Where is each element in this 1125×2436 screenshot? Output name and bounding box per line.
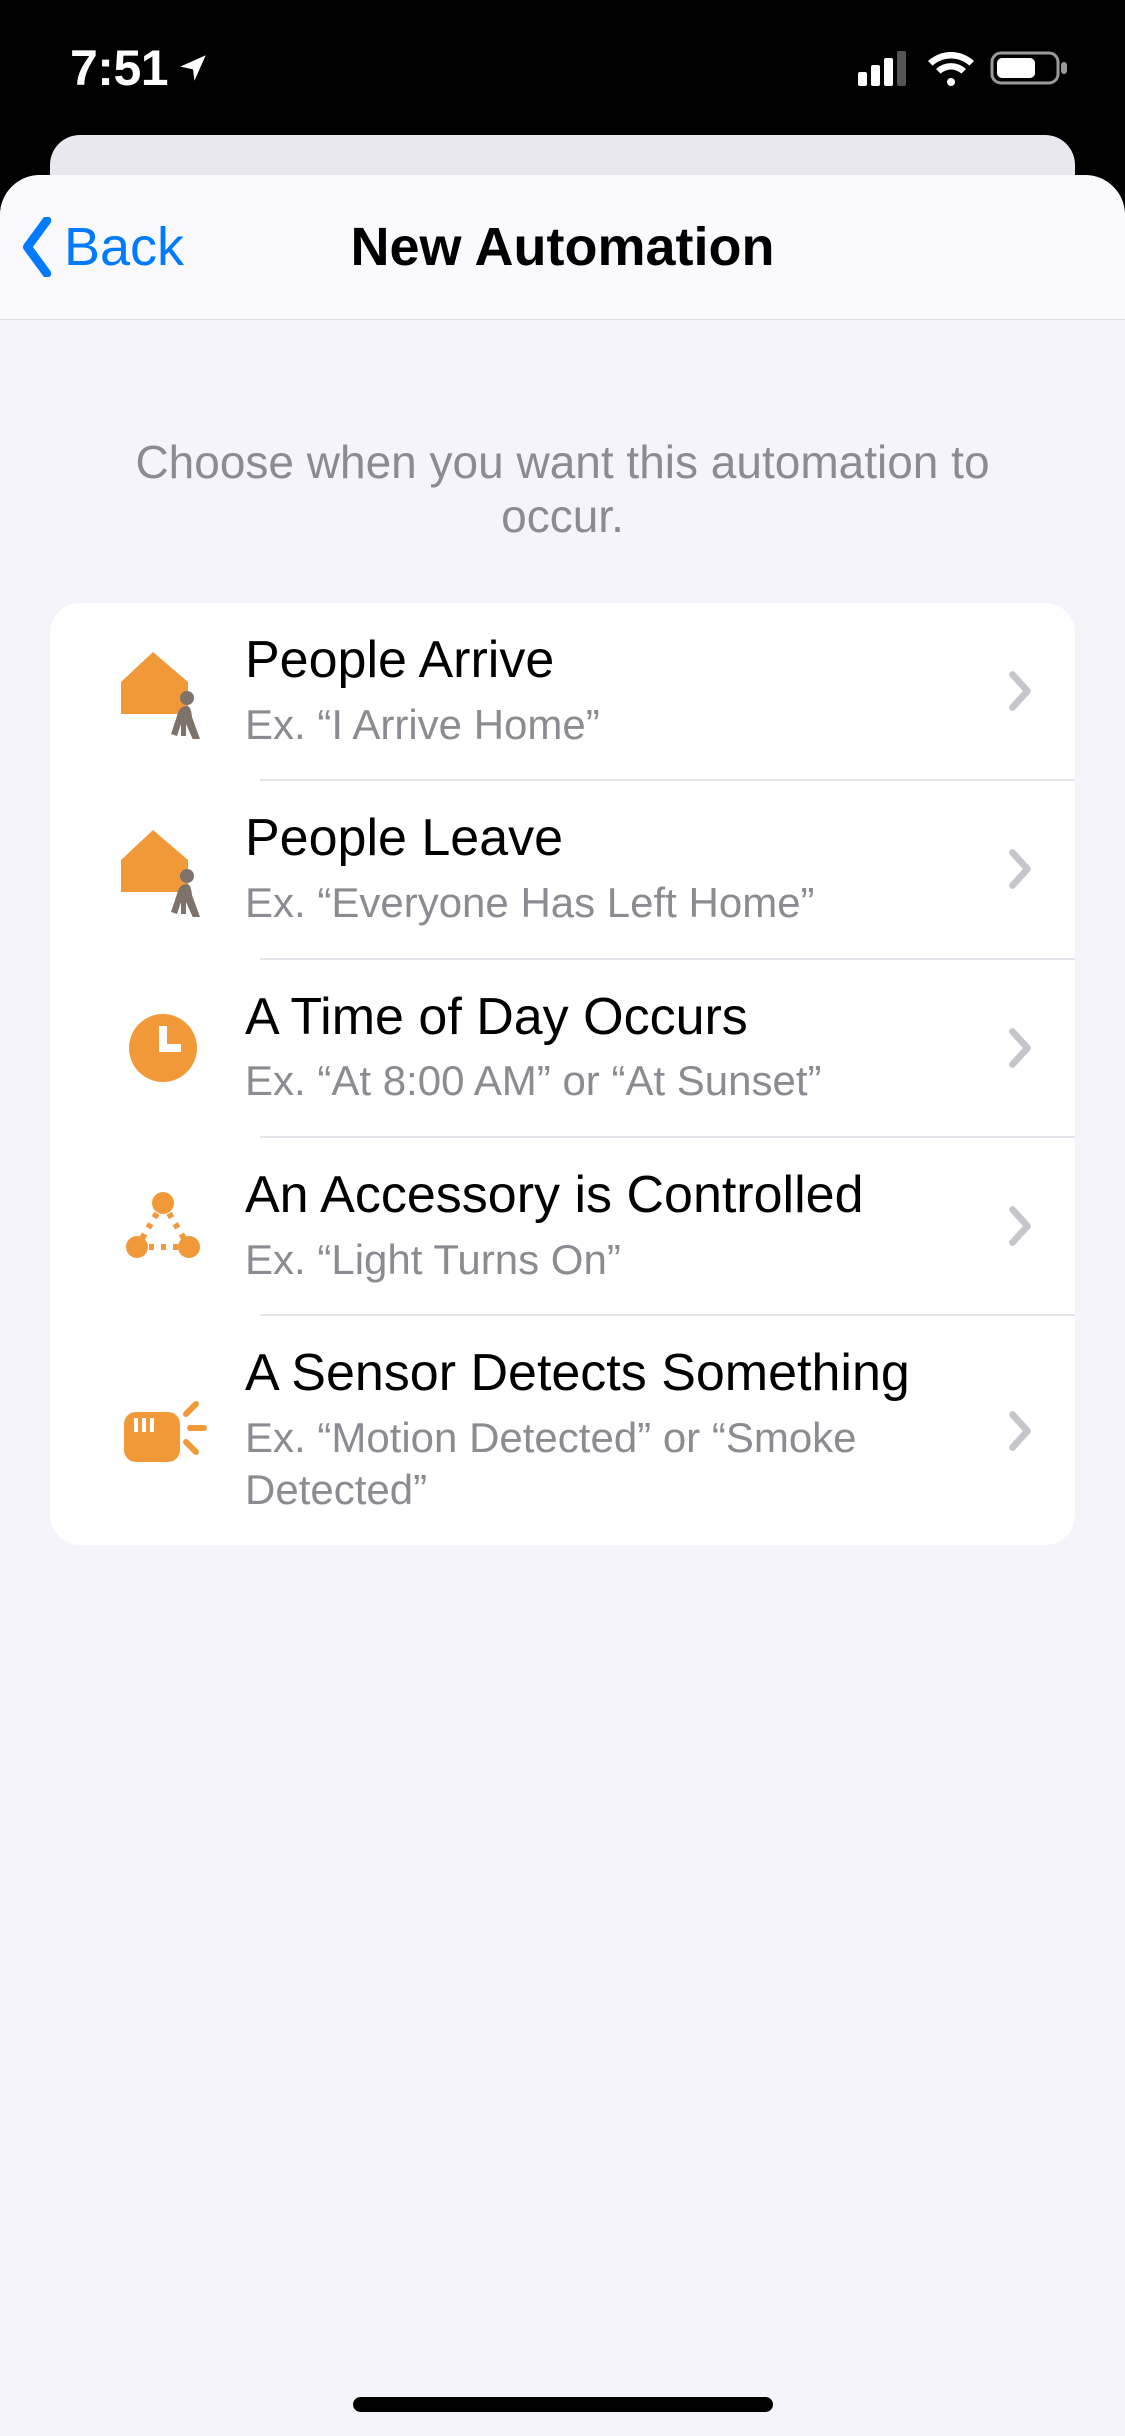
prompt-text: Choose when you want this automation to …	[50, 320, 1075, 603]
home-indicator[interactable]	[353, 2397, 773, 2412]
chevron-right-icon	[995, 1027, 1045, 1069]
chevron-right-icon	[995, 848, 1045, 890]
chevron-right-icon	[995, 1410, 1045, 1452]
status-right	[858, 49, 1070, 87]
navbar: Back New Automation	[0, 175, 1125, 320]
trigger-list: People Arrive Ex. “I Arrive Home”	[50, 603, 1075, 1545]
house-person-icon	[80, 644, 245, 739]
chevron-right-icon	[995, 670, 1045, 712]
status-bar: 7:51	[0, 0, 1125, 135]
clock-icon	[80, 1008, 245, 1088]
back-button[interactable]: Back	[0, 216, 184, 278]
accessory-icon	[80, 1189, 245, 1263]
trigger-people-arrive[interactable]: People Arrive Ex. “I Arrive Home”	[50, 603, 1075, 779]
row-title: A Sensor Detects Something	[245, 1344, 985, 1404]
trigger-accessory-controlled[interactable]: An Accessory is Controlled Ex. “Light Tu…	[50, 1138, 1075, 1314]
chevron-left-icon	[18, 217, 58, 277]
row-subtitle: Ex. “At 8:00 AM” or “At Sunset”	[245, 1055, 985, 1108]
house-person-icon	[80, 822, 245, 917]
row-title: People Leave	[245, 809, 985, 869]
cellular-icon	[858, 50, 912, 86]
trigger-people-leave[interactable]: People Leave Ex. “Everyone Has Left Home…	[50, 781, 1075, 957]
status-left: 7:51	[70, 39, 210, 97]
row-subtitle: Ex. “I Arrive Home”	[245, 699, 985, 752]
row-title: An Accessory is Controlled	[245, 1166, 985, 1226]
sensor-icon	[80, 1394, 245, 1468]
row-title: A Time of Day Occurs	[245, 988, 985, 1048]
row-subtitle: Ex. “Light Turns On”	[245, 1234, 985, 1287]
row-title: People Arrive	[245, 631, 985, 691]
modal-sheet: Back New Automation Choose when you want…	[0, 175, 1125, 2436]
chevron-right-icon	[995, 1205, 1045, 1247]
trigger-sensor-detects[interactable]: A Sensor Detects Something Ex. “Motion D…	[50, 1316, 1075, 1545]
location-arrow-icon	[176, 51, 210, 85]
back-label: Back	[64, 216, 184, 278]
trigger-time-of-day[interactable]: A Time of Day Occurs Ex. “At 8:00 AM” or…	[50, 960, 1075, 1136]
status-time: 7:51	[70, 39, 168, 97]
content-area: Choose when you want this automation to …	[0, 320, 1125, 1545]
row-subtitle: Ex. “Motion Detected” or “Smoke Detected…	[245, 1412, 985, 1517]
row-subtitle: Ex. “Everyone Has Left Home”	[245, 877, 985, 930]
battery-icon	[990, 49, 1070, 87]
background-card-peek	[50, 135, 1075, 175]
wifi-icon	[926, 50, 976, 86]
